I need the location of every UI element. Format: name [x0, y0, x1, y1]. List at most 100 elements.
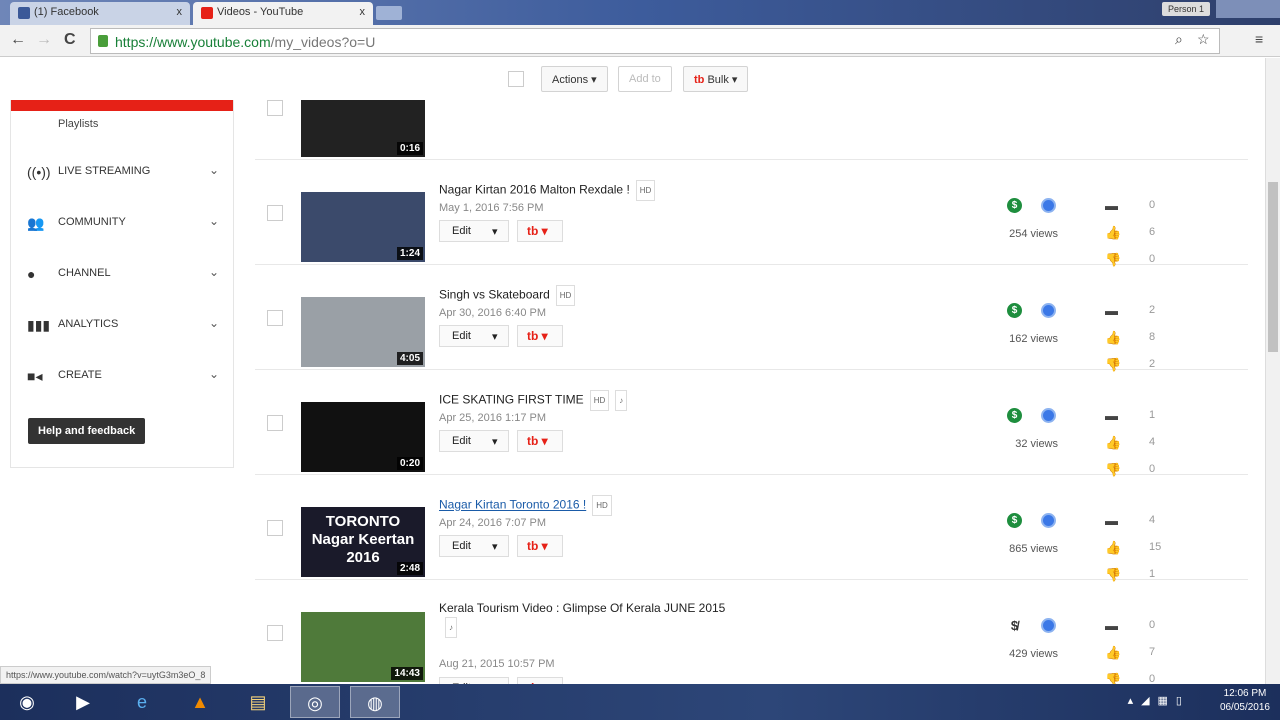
- tubebuddy-menu-button[interactable]: tb ▾: [517, 220, 563, 242]
- like-icon: 👍: [1105, 435, 1122, 450]
- tubebuddy-menu-button[interactable]: tb ▾: [517, 677, 563, 684]
- tab-youtube[interactable]: Videos - YouTube x: [193, 2, 373, 25]
- close-tab-icon[interactable]: x: [177, 6, 183, 18]
- sidebar-item-create[interactable]: ■◂ CREATE ⌄: [25, 366, 225, 386]
- video-date: Apr 25, 2016 1:17 PM: [439, 412, 547, 424]
- edit-button[interactable]: Edit▾: [439, 220, 509, 242]
- bookmark-star-icon[interactable]: ☆: [1197, 31, 1210, 48]
- video-title-link[interactable]: Nagar Kirtan Toronto 2016 !: [439, 498, 586, 512]
- scrollbar-thumb[interactable]: [1268, 182, 1278, 352]
- video-thumbnail[interactable]: 1:24: [301, 192, 425, 262]
- menu-icon[interactable]: ≡: [1255, 31, 1263, 47]
- public-globe-icon[interactable]: [1041, 618, 1056, 633]
- new-tab-button[interactable]: [376, 6, 402, 20]
- video-title-link[interactable]: Singh vs Skateboard: [439, 288, 550, 302]
- chrome-icon[interactable]: ◎: [290, 686, 340, 718]
- forward-button[interactable]: →: [36, 31, 52, 49]
- video-checkbox[interactable]: [267, 415, 283, 431]
- reload-button[interactable]: C: [64, 31, 76, 49]
- likes-count: 4: [1149, 436, 1156, 448]
- tubebuddy-menu-button[interactable]: tb ▾: [517, 325, 563, 347]
- video-thumbnail[interactable]: 14:43: [301, 612, 425, 682]
- edit-dropdown-caret[interactable]: ▾: [492, 435, 498, 448]
- sidebar-item-live-streaming[interactable]: ((•)) LIVE STREAMING ⌄: [25, 162, 225, 182]
- scrollbar[interactable]: [1265, 58, 1280, 684]
- add-to-button[interactable]: Add to: [618, 66, 672, 92]
- public-globe-icon[interactable]: [1041, 408, 1056, 423]
- edit-button[interactable]: Edit▾: [439, 430, 509, 452]
- window-controls[interactable]: [1216, 0, 1280, 18]
- community-icon: 👥: [27, 215, 45, 231]
- internet-explorer-icon[interactable]: e: [117, 686, 167, 718]
- sidebar-item-channel[interactable]: ● CHANNEL ⌄: [25, 264, 225, 284]
- url-input[interactable]: https://www.youtube.com/my_videos?o=U: [90, 28, 1220, 54]
- video-title-link[interactable]: Nagar Kirtan 2016 Malton Rexdale !: [439, 183, 630, 197]
- video-thumbnail[interactable]: TORONTO Nagar Keertan 2016 2:48: [301, 507, 425, 577]
- video-checkbox[interactable]: [267, 625, 283, 641]
- view-count: 429 views: [1009, 648, 1058, 660]
- video-title: Nagar Kirtan Toronto 2016 ! HD: [439, 495, 739, 516]
- video-thumbnail[interactable]: 0:20: [301, 402, 425, 472]
- zoom-icon[interactable]: ⌕: [1175, 31, 1183, 48]
- sidebar-item-playlists[interactable]: Playlists: [58, 118, 98, 130]
- video-checkbox[interactable]: [267, 310, 283, 326]
- video-title: Singh vs Skateboard HD: [439, 285, 739, 306]
- public-globe-icon[interactable]: [1041, 198, 1056, 213]
- likes-stat: 👍 8: [1105, 330, 1185, 346]
- clock[interactable]: 12:06 PM 06/05/2016: [1220, 687, 1270, 715]
- bulk-button[interactable]: tb Bulk ▾: [683, 66, 749, 92]
- actions-button[interactable]: Actions ▾: [541, 66, 608, 92]
- video-checkbox[interactable]: [267, 100, 283, 116]
- video-thumbnail[interactable]: 4:05: [301, 297, 425, 367]
- video-thumbnail[interactable]: 0:16: [301, 100, 425, 157]
- video-checkbox[interactable]: [267, 205, 283, 221]
- public-globe-icon[interactable]: [1041, 303, 1056, 318]
- edit-button[interactable]: Edit▾: [439, 535, 509, 557]
- tab-facebook[interactable]: (1) Facebook x: [10, 2, 190, 25]
- comments-stat: ▬ 1: [1105, 408, 1185, 424]
- sidebar-item-community[interactable]: 👥 COMMUNITY ⌄: [25, 213, 225, 233]
- close-tab-icon[interactable]: x: [360, 6, 366, 18]
- edit-button[interactable]: Edit▾: [439, 677, 509, 684]
- help-feedback-button[interactable]: Help and feedback: [28, 418, 146, 444]
- tubebuddy-menu-button[interactable]: tb ▾: [517, 430, 563, 452]
- monetized-icon[interactable]: $: [1007, 513, 1022, 528]
- sidebar-item-videos[interactable]: [11, 100, 233, 111]
- obs-icon[interactable]: ◍: [350, 686, 400, 718]
- back-button[interactable]: ←: [10, 31, 26, 49]
- public-globe-icon[interactable]: [1041, 513, 1056, 528]
- video-checkbox[interactable]: [267, 520, 283, 536]
- start-button[interactable]: ◉: [2, 686, 52, 718]
- select-all-checkbox[interactable]: [508, 71, 524, 87]
- facebook-icon: [18, 7, 30, 19]
- sidebar-item-analytics[interactable]: ▮▮▮ ANALYTICS ⌄: [25, 315, 225, 335]
- edit-dropdown-caret[interactable]: ▾: [492, 330, 498, 343]
- tubebuddy-menu-button[interactable]: tb ▾: [517, 535, 563, 557]
- monetized-icon[interactable]: $: [1007, 303, 1022, 318]
- system-tray[interactable]: ▴◢▦▯: [1128, 694, 1190, 707]
- likes-stat: 👍 7: [1105, 645, 1185, 661]
- chevron-down-icon[interactable]: ⌄: [209, 265, 219, 279]
- media-player-icon[interactable]: ▶: [58, 686, 108, 718]
- monetized-icon[interactable]: $: [1007, 198, 1022, 213]
- video-title-link[interactable]: ICE SKATING FIRST TIME: [439, 393, 584, 407]
- video-duration: 2:48: [396, 562, 423, 575]
- likes-stat: 👍 15: [1105, 540, 1185, 556]
- profile-button[interactable]: Person 1: [1161, 2, 1210, 16]
- not-monetized-icon[interactable]: $̸: [1007, 618, 1022, 633]
- sidebar-item-label: ANALYTICS: [58, 318, 119, 330]
- file-explorer-icon[interactable]: ▤: [233, 686, 283, 718]
- chevron-down-icon[interactable]: ⌄: [209, 163, 219, 177]
- chevron-down-icon[interactable]: ⌄: [209, 316, 219, 330]
- monetized-icon[interactable]: $: [1007, 408, 1022, 423]
- tab-label: Videos - YouTube: [217, 6, 304, 18]
- edit-dropdown-caret[interactable]: ▾: [492, 225, 498, 238]
- chevron-down-icon[interactable]: ⌄: [209, 214, 219, 228]
- video-title-link[interactable]: Kerala Tourism Video : Glimpse Of Kerala…: [439, 601, 725, 615]
- edit-button[interactable]: Edit▾: [439, 325, 509, 347]
- edit-dropdown-caret[interactable]: ▾: [492, 540, 498, 553]
- video-row: 0:20 ICE SKATING FIRST TIME HD ♪ Apr 25, 201…: [255, 370, 1248, 477]
- hd-badge: HD: [635, 180, 656, 201]
- vlc-icon[interactable]: ▲: [175, 686, 225, 718]
- chevron-down-icon[interactable]: ⌄: [209, 367, 219, 381]
